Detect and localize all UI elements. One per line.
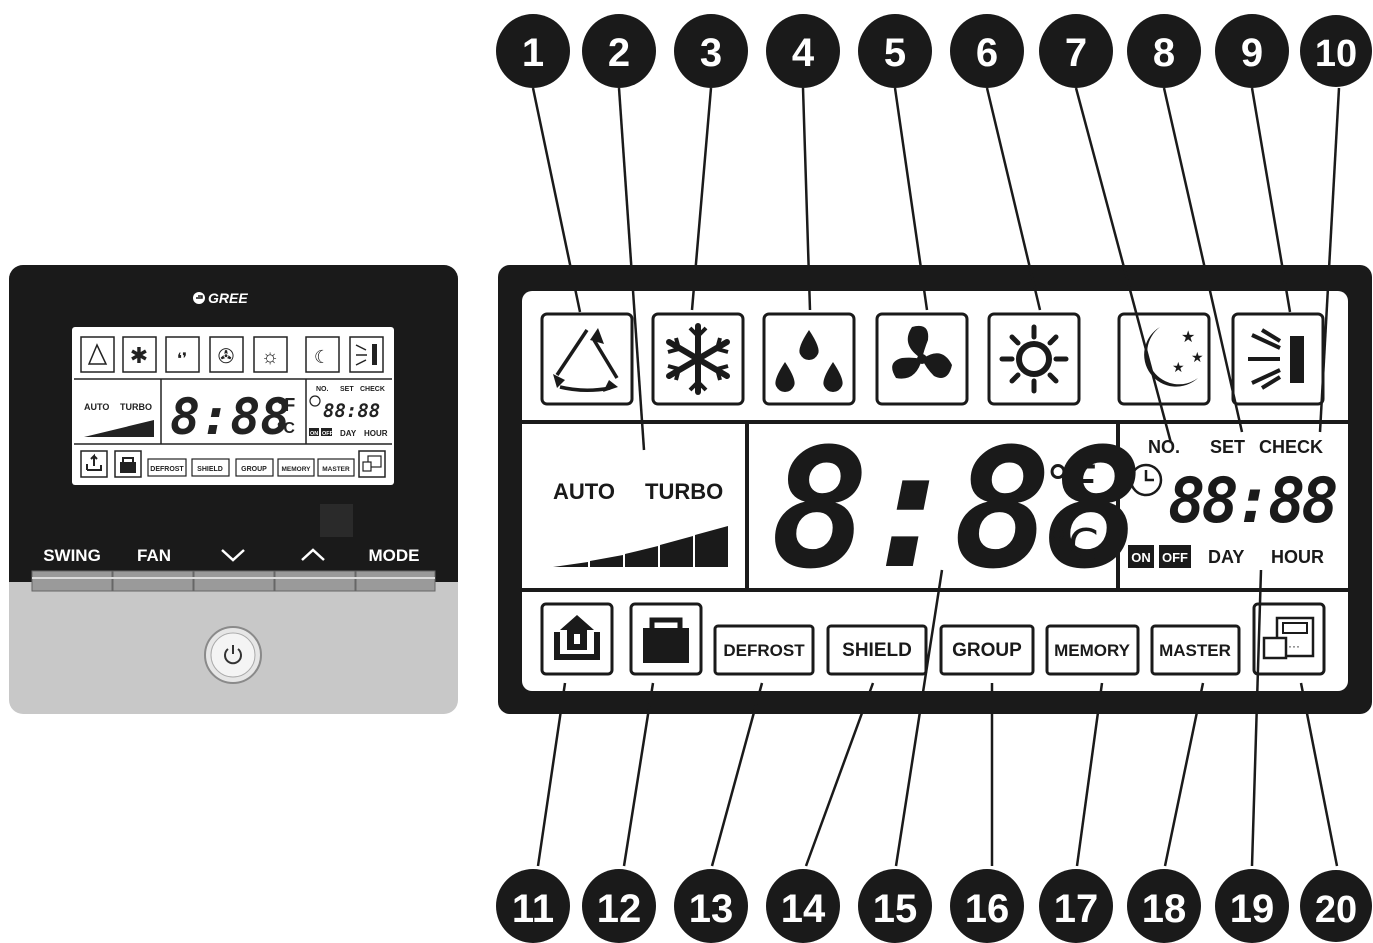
mode-button[interactable]: [355, 570, 436, 592]
small-off-label: OFF: [322, 431, 334, 437]
callouts-top: 1 2 3 4 5 6 7 8 9 10: [496, 14, 1372, 88]
callout-4: 4: [792, 31, 815, 75]
on-label: ON: [1131, 550, 1151, 565]
small-set-label: SET: [340, 386, 354, 393]
callout-3: 3: [700, 31, 722, 75]
small-master-label: MASTER: [322, 466, 350, 473]
callout-13: 13: [689, 887, 734, 931]
fan-button-label: FAN: [137, 546, 171, 565]
group-label: GROUP: [952, 640, 1022, 661]
defrost-label: DEFROST: [723, 641, 805, 660]
svg-text:★: ★: [1172, 359, 1185, 375]
svg-text:❛❜: ❛❜: [177, 351, 187, 368]
callout-18: 18: [1142, 887, 1187, 931]
no-label: NO.: [1148, 437, 1180, 457]
callout-12: 12: [597, 887, 642, 931]
callout-17: 17: [1054, 887, 1099, 931]
callout-6: 6: [976, 31, 998, 75]
hour-label: HOUR: [1271, 547, 1324, 567]
small-unit-f: °F: [277, 395, 295, 415]
callout-2: 2: [608, 31, 630, 75]
brand-text: GREE: [208, 290, 248, 306]
callout-10: 10: [1315, 33, 1357, 75]
svg-text:☼: ☼: [261, 346, 279, 368]
master-label: MASTER: [1159, 641, 1231, 660]
enlarged-lcd: ★ ★ ★ AUTO TURBO 8:88 °F °C NO. SET CHEC…: [498, 265, 1372, 714]
fan-button[interactable]: [112, 570, 194, 592]
callout-14: 14: [781, 887, 826, 931]
off-label: OFF: [1162, 550, 1188, 565]
callout-9: 9: [1241, 31, 1263, 75]
callout-20: 20: [1315, 889, 1357, 931]
down-button[interactable]: [193, 570, 275, 592]
callout-1: 1: [522, 31, 544, 75]
up-button[interactable]: [274, 570, 356, 592]
callout-15: 15: [873, 887, 918, 931]
swing-button-label: SWING: [43, 546, 101, 565]
svg-text:★: ★: [1181, 329, 1195, 346]
unit-celsius: °C: [1046, 520, 1099, 571]
day-label: DAY: [1208, 547, 1244, 567]
svg-text:···: ···: [1288, 639, 1300, 653]
power-button[interactable]: [204, 626, 262, 684]
small-on-label: ON: [310, 431, 318, 437]
callouts-bottom: 11 12 13 14 15 16 17 18 19 20: [496, 869, 1372, 943]
svg-text:★: ★: [1191, 349, 1204, 365]
callout-5: 5: [884, 31, 906, 75]
controller-device: GREE ✱ ❛❜ ✇ ☼ ☾ AUTO TURBO 8:88 °F °C NO…: [9, 265, 458, 714]
callout-11: 11: [512, 887, 554, 931]
svg-text:✱: ✱: [130, 343, 148, 368]
callout-16: 16: [965, 887, 1010, 931]
small-day-label: DAY: [340, 429, 357, 438]
callout-7: 7: [1065, 31, 1087, 75]
diagram-canvas: GREE ✱ ❛❜ ✇ ☼ ☾ AUTO TURBO 8:88 °F °C NO…: [9, 14, 1372, 943]
turbo-label: TURBO: [645, 479, 723, 504]
small-memory-label: MEMORY: [281, 466, 311, 473]
small-auto-label: AUTO: [84, 402, 109, 412]
clock-digits: 88:88: [1168, 464, 1336, 537]
small-turbo-label: TURBO: [120, 402, 152, 412]
swing-button[interactable]: [31, 570, 113, 592]
small-defrost-label: DEFROST: [150, 466, 184, 473]
check-label: CHECK: [1259, 437, 1323, 457]
callout-8: 8: [1153, 31, 1175, 75]
small-hour-label: HOUR: [364, 429, 388, 438]
small-unit-c: °C: [277, 420, 295, 437]
mode-button-label: MODE: [369, 546, 420, 565]
small-shield-label: SHIELD: [197, 466, 223, 473]
small-group-label: GROUP: [241, 466, 267, 473]
svg-text:✇: ✇: [218, 346, 235, 368]
small-clock-digits: 88:88: [323, 400, 380, 422]
small-check-label: CHECK: [360, 386, 385, 393]
callout-19: 19: [1230, 887, 1275, 931]
sensor-window: [320, 504, 353, 537]
memory-label: MEMORY: [1054, 641, 1131, 660]
shield-label: SHIELD: [842, 640, 912, 661]
unit-fahrenheit: °F: [1046, 456, 1098, 512]
set-label: SET: [1210, 437, 1245, 457]
small-no-label: NO.: [316, 386, 329, 393]
auto-label: AUTO: [553, 479, 615, 504]
svg-text:☾: ☾: [314, 347, 330, 367]
small-temp-digits: 8:88: [170, 388, 290, 446]
